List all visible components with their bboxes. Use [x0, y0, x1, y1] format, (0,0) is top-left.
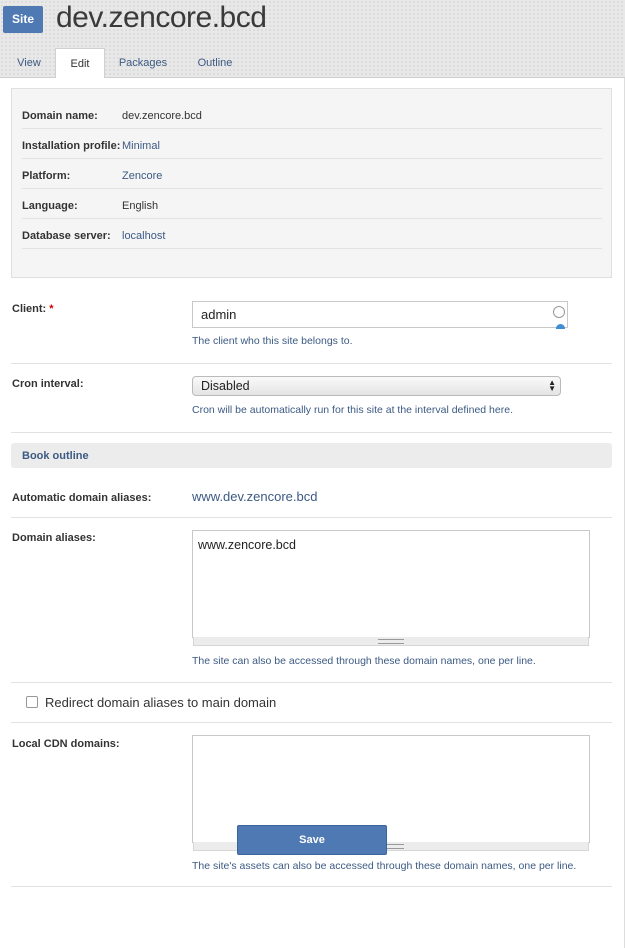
- redirect-checkbox[interactable]: [26, 696, 38, 708]
- cron-description: Cron will be automatically run for this …: [192, 404, 513, 416]
- domain-aliases-textarea[interactable]: www.zencore.bcd: [192, 530, 590, 638]
- tab-edit[interactable]: Edit: [55, 48, 105, 79]
- tab-outline[interactable]: Outline: [184, 48, 246, 79]
- client-description: The client who this site belongs to.: [192, 335, 353, 347]
- cron-selected-value: Disabled: [201, 379, 250, 393]
- tab-packages[interactable]: Packages: [108, 48, 178, 79]
- info-row-language: Language: English: [22, 189, 602, 219]
- platform-link[interactable]: Zencore: [122, 170, 162, 182]
- tab-view[interactable]: View: [3, 48, 55, 79]
- client-label: Client: *: [12, 303, 54, 315]
- book-outline-legend[interactable]: Book outline: [22, 450, 89, 462]
- info-label: Language:: [22, 200, 78, 212]
- divider: [11, 722, 612, 723]
- divider: [11, 682, 612, 683]
- info-row-db-server: Database server: localhost: [22, 219, 602, 249]
- page-title: dev.zencore.bcd: [56, 1, 267, 34]
- info-label: Database server:: [22, 230, 111, 242]
- required-mark: *: [49, 303, 54, 315]
- profile-link[interactable]: Minimal: [122, 140, 160, 152]
- cdn-label: Local CDN domains:: [12, 738, 120, 750]
- info-row-domain: Domain name: dev.zencore.bcd: [22, 99, 602, 129]
- cron-interval-select[interactable]: Disabled ▲ ▼: [192, 376, 561, 396]
- info-label: Installation profile:: [22, 140, 121, 152]
- cron-label: Cron interval:: [12, 378, 84, 390]
- page-header: Site dev.zencore.bcd View Edit Packages …: [0, 0, 625, 79]
- info-row-profile: Installation profile: Minimal: [22, 129, 602, 159]
- site-badge: Site: [3, 6, 43, 33]
- auto-aliases-label: Automatic domain aliases:: [12, 492, 152, 504]
- save-button[interactable]: Save: [237, 825, 387, 855]
- info-row-platform: Platform: Zencore: [22, 159, 602, 189]
- site-info-box: Domain name: dev.zencore.bcd Installatio…: [11, 88, 612, 278]
- select-arrows-icon: ▲ ▼: [548, 378, 556, 393]
- client-input[interactable]: [192, 301, 568, 328]
- textarea-grippie[interactable]: [193, 637, 589, 646]
- cdn-description: The site's assets can also be accessed t…: [192, 860, 577, 872]
- db-server-link[interactable]: localhost: [122, 230, 165, 242]
- grip-lines-icon: [378, 639, 404, 644]
- divider: [11, 432, 612, 433]
- book-outline-fieldset[interactable]: Book outline: [11, 443, 612, 468]
- autocomplete-throbber-icon: [553, 306, 565, 318]
- info-value: English: [122, 200, 159, 212]
- divider: [11, 363, 612, 364]
- domain-aliases-label: Domain aliases:: [12, 532, 96, 544]
- divider: [11, 517, 612, 518]
- main-content: Domain name: dev.zencore.bcd Installatio…: [0, 78, 625, 948]
- info-label: Platform:: [22, 170, 71, 182]
- redirect-checkbox-label[interactable]: Redirect domain aliases to main domain: [45, 695, 276, 710]
- auto-alias-value: www.dev.zencore.bcd: [192, 489, 318, 504]
- info-label: Domain name:: [22, 110, 98, 122]
- autocomplete-indicator-icon: [556, 324, 565, 329]
- domain-aliases-description: The site can also be accessed through th…: [192, 655, 536, 667]
- info-value: dev.zencore.bcd: [122, 110, 202, 122]
- divider: [11, 886, 612, 887]
